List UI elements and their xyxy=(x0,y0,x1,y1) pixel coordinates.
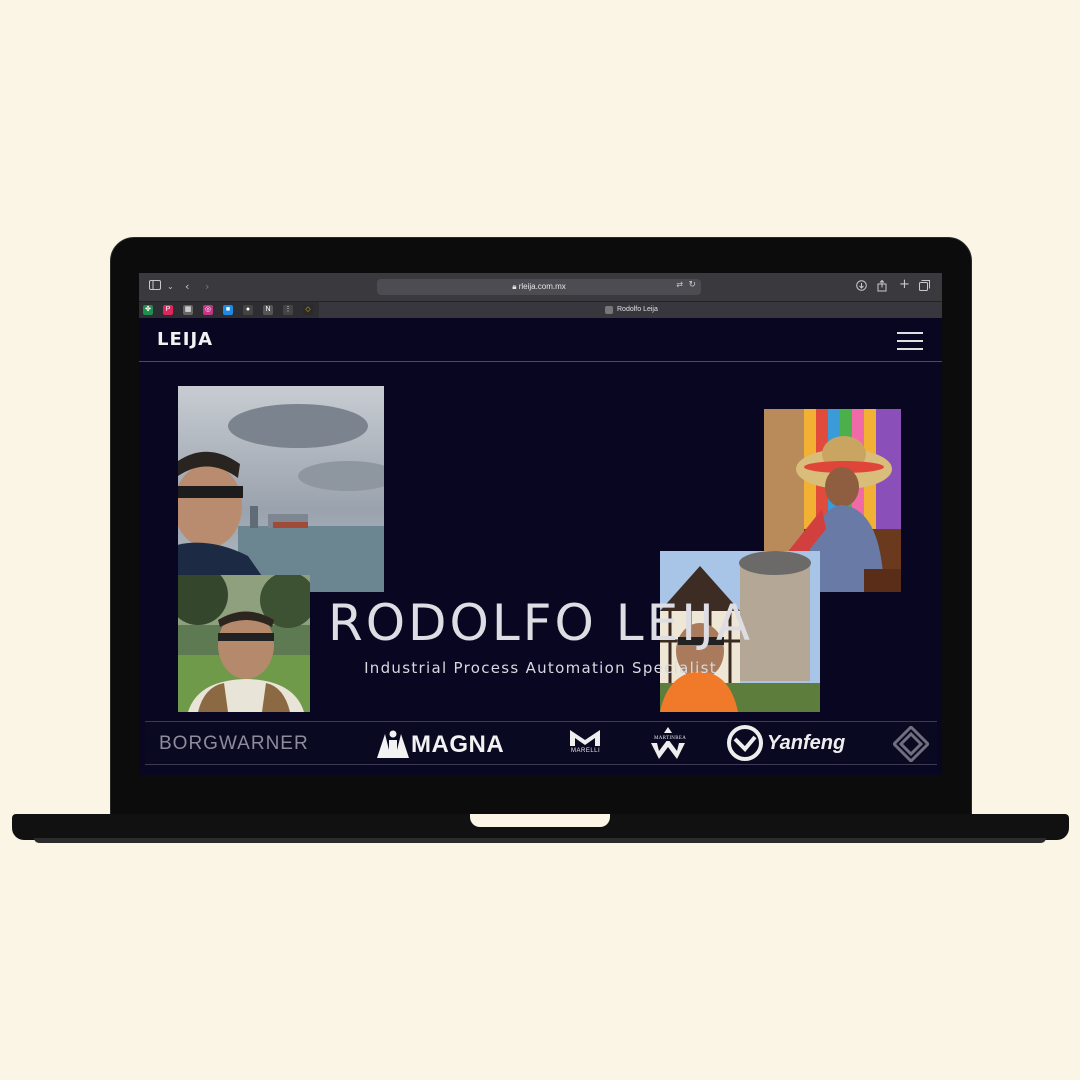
reload-icon[interactable]: ↻ xyxy=(688,280,696,290)
magna-icon xyxy=(377,730,409,762)
browser-toolbar: ⌄ ‹ › 🔒︎ rleija.com.mx ⇄ ↻ + xyxy=(139,273,942,301)
hero-section: RODOLFO LEIJA Industrial Process Automat… xyxy=(139,362,942,712)
browser-window: ⌄ ‹ › 🔒︎ rleija.com.mx ⇄ ↻ + ✤ P ▦ ◎ ■ ●… xyxy=(139,273,942,775)
hero-title: RODOLFO LEIJA xyxy=(327,594,754,652)
diamond-icon[interactable]: ◇ xyxy=(303,305,313,315)
lock-icon: 🔒︎ xyxy=(512,282,517,291)
download-icon[interactable] xyxy=(856,280,867,295)
url-text: 🔒︎ rleija.com.mx xyxy=(377,281,701,293)
logo-martinrea: MARTINREA xyxy=(653,736,688,741)
tab-overview-icon[interactable] xyxy=(919,280,930,295)
chevron-down-icon[interactable]: ⌄ xyxy=(167,280,174,294)
logo-yanfeng: Yanfeng xyxy=(767,732,846,754)
notion-icon[interactable]: N xyxy=(263,305,273,315)
site-logo[interactable]: LEIJA xyxy=(157,330,213,350)
diamond-logo-icon xyxy=(891,724,931,766)
tab-title: Rodolfo Leija xyxy=(617,306,658,313)
laptop-notch xyxy=(470,814,610,827)
grid-icon[interactable]: ⋮ xyxy=(283,305,293,315)
address-bar[interactable]: 🔒︎ rleija.com.mx ⇄ ↻ xyxy=(377,279,701,295)
active-tab[interactable]: Rodolfo Leija xyxy=(319,302,942,318)
site-header: LEIJA xyxy=(139,318,942,362)
new-tab-icon[interactable]: + xyxy=(899,278,910,292)
photo-lakeside xyxy=(178,386,384,592)
hero-subtitle: Industrial Process Automation Specialist xyxy=(364,659,717,677)
forward-icon[interactable]: › xyxy=(205,280,209,294)
tab-bar: ✤ P ▦ ◎ ■ ● N ⋮ ◇ Rodolfo Leija xyxy=(139,301,942,318)
logo-magna: MAGNA xyxy=(411,731,505,758)
app-icon[interactable]: ■ xyxy=(223,305,233,315)
logo-borgwarner: BORGWARNER xyxy=(159,733,309,754)
qr-icon[interactable]: ▦ xyxy=(183,305,193,315)
translate-icon[interactable]: ⇄ xyxy=(676,280,683,289)
share-icon[interactable] xyxy=(877,279,887,296)
martinrea-icon xyxy=(649,725,687,765)
logo-marelli: MARELLI xyxy=(571,748,601,754)
marelli-icon xyxy=(570,730,600,750)
tab-favicon xyxy=(605,306,613,314)
sidebar-icon[interactable] xyxy=(149,280,161,294)
url-value: rleija.com.mx xyxy=(518,282,566,291)
back-icon[interactable]: ‹ xyxy=(185,280,189,294)
p-icon[interactable]: P xyxy=(163,305,173,315)
instagram-icon[interactable]: ◎ xyxy=(203,305,213,315)
clover-icon[interactable]: ✤ xyxy=(143,305,153,315)
github-icon[interactable]: ● xyxy=(243,305,253,315)
client-logos-strip: BORGWARNER MAGNA MARELLI MARTINREA Yanfe… xyxy=(145,721,937,765)
yanfeng-icon xyxy=(727,725,763,765)
laptop-base-edge xyxy=(34,838,1046,843)
hamburger-menu-icon[interactable] xyxy=(897,332,923,350)
